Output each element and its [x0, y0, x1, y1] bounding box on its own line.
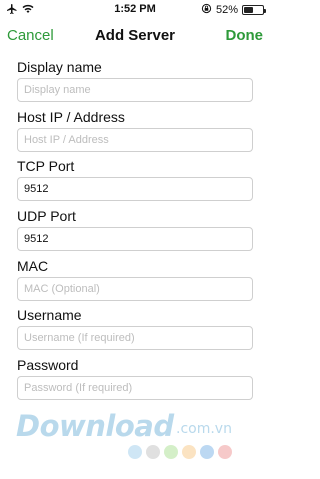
watermark-dot [128, 445, 142, 459]
tcp-port-field: TCP Port [17, 157, 253, 207]
password-field: Password [17, 356, 253, 406]
status-right: 52% [201, 3, 266, 17]
udp-port-input[interactable] [17, 227, 253, 252]
watermark-suffix: .com.vn [176, 421, 232, 437]
watermark-dots [128, 445, 232, 459]
watermark-dot [164, 445, 178, 459]
battery-icon [242, 5, 266, 15]
battery-percent: 52% [215, 4, 238, 16]
password-label: Password [17, 357, 79, 374]
tcp-port-label: TCP Port [17, 158, 75, 175]
watermark-dot [218, 445, 232, 459]
watermark-dot [200, 445, 214, 459]
display-name-field: Display name [17, 58, 253, 108]
password-input[interactable] [17, 376, 253, 401]
server-form: Display name Host IP / Address TCP Port … [17, 58, 253, 406]
watermark-text: Download [16, 409, 174, 443]
udp-port-field: UDP Port [17, 207, 253, 257]
display-name-input[interactable] [17, 78, 253, 102]
host-field: Host IP / Address [17, 108, 253, 158]
status-bar: 1:52 PM 52% [0, 0, 270, 20]
watermark: Download .com.vn [0, 405, 270, 465]
mac-label: MAC [17, 257, 49, 274]
battery-fill [244, 7, 254, 13]
mac-field: MAC [17, 257, 253, 307]
rotation-lock-icon [201, 3, 212, 17]
watermark-dot [182, 445, 196, 459]
display-name-label: Display name [17, 59, 102, 75]
username-input[interactable] [17, 326, 253, 351]
watermark-dot [146, 445, 160, 459]
username-field: Username [17, 306, 253, 356]
tcp-port-input[interactable] [17, 177, 253, 202]
udp-port-label: UDP Port [17, 208, 76, 225]
host-label: Host IP / Address [17, 108, 125, 125]
nav-bar: Cancel Add Server Done [0, 20, 270, 52]
mac-input[interactable] [17, 276, 253, 301]
username-label: Username [17, 307, 82, 324]
done-button[interactable]: Done [226, 27, 264, 44]
host-input[interactable] [17, 127, 253, 152]
